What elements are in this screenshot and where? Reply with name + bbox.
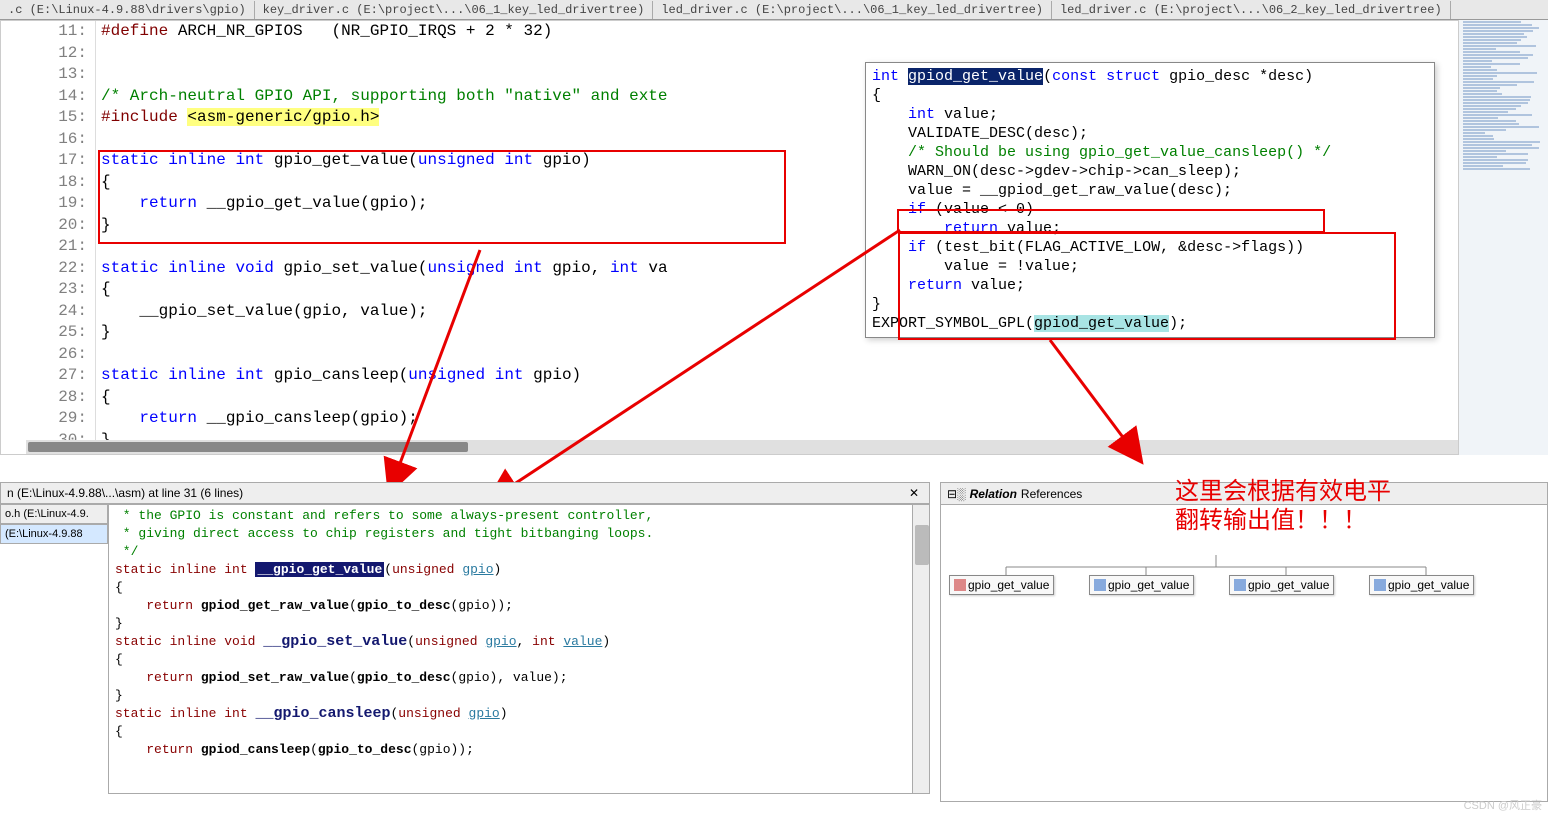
status-text: n (E:\Linux-4.9.88\...\asm) at line 31 (…: [7, 486, 243, 500]
search-status-bar: n (E:\Linux-4.9.88\...\asm) at line 31 (…: [0, 482, 930, 504]
result-file-tabs: o.h (E:\Linux-4.9. (E:\Linux-4.9.88: [0, 504, 108, 544]
relation-node-2[interactable]: gpio_get_value: [1229, 575, 1334, 595]
minimap[interactable]: [1458, 20, 1548, 455]
preview-code-editor[interactable]: * the GPIO is constant and refers to som…: [108, 504, 930, 794]
relation-title: Relation: [970, 487, 1017, 501]
code-area[interactable]: #define ARCH_NR_GPIOS (NR_GPIO_IRQS + 2 …: [101, 21, 668, 451]
relation-header: ⊟░ Relation References: [941, 483, 1547, 505]
tree-icon: ⊟░: [947, 487, 966, 501]
code-tooltip-popup: int gpiod_get_value(const struct gpio_de…: [865, 62, 1435, 338]
vertical-scrollbar[interactable]: [912, 504, 930, 794]
horizontal-scrollbar[interactable]: [26, 440, 1546, 454]
result-tab-1[interactable]: (E:\Linux-4.9.88: [0, 524, 108, 544]
relation-node-1[interactable]: gpio_get_value: [1089, 575, 1194, 595]
tab-led-driver-1[interactable]: led_driver.c (E:\project\...\06_1_key_le…: [653, 1, 1052, 19]
relation-graph[interactable]: gpio_get_value gpio_get_value gpio_get_val…: [941, 505, 1547, 801]
editor-tab-bar: .c (E:\Linux-4.9.88\drivers\gpio) key_dr…: [0, 0, 1548, 20]
relation-panel: ⊟░ Relation References gpio_get_valuegpi…: [940, 482, 1548, 802]
watermark: CSDN @风正豪: [1464, 797, 1542, 813]
close-icon[interactable]: ✕: [905, 486, 923, 500]
scrollbar-thumb[interactable]: [915, 525, 929, 565]
line-number-gutter: 11:12:13:14:15:16:17:18:19:20:21:22:23:2…: [1, 21, 96, 451]
scrollbar-thumb[interactable]: [28, 442, 468, 452]
result-tab-0[interactable]: o.h (E:\Linux-4.9.: [0, 504, 108, 524]
relation-subtitle: References: [1021, 487, 1082, 501]
relation-node-3[interactable]: gpio_get_value: [1369, 575, 1474, 595]
relation-node-0[interactable]: gpio_get_value: [949, 575, 1054, 595]
tab-gpio-c[interactable]: .c (E:\Linux-4.9.88\drivers\gpio): [0, 1, 255, 19]
tab-led-driver-2[interactable]: led_driver.c (E:\project\...\06_2_key_le…: [1052, 1, 1451, 19]
tab-key-driver[interactable]: key_driver.c (E:\project\...\06_1_key_le…: [255, 1, 654, 19]
